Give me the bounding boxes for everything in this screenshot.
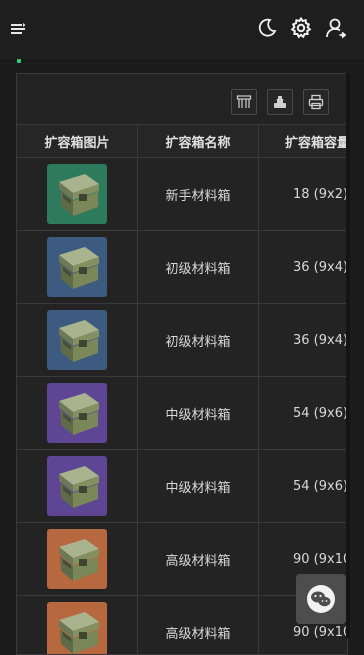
box-capacity: 36 (9x4)	[293, 332, 348, 348]
table-row: 中级材料箱 54 (9x6)	[17, 376, 348, 449]
box-name: 高级材料箱	[138, 523, 259, 595]
table-row: 初级材料箱 36 (9x4)	[17, 230, 348, 303]
column-header-capacity[interactable]: 扩容箱容量	[259, 125, 347, 157]
box-image-cell	[17, 377, 138, 449]
columns-icon	[236, 95, 252, 108]
box-thumbnail[interactable]	[47, 310, 107, 370]
box-name: 中级材料箱	[138, 377, 259, 449]
box-thumbnail[interactable]	[47, 456, 107, 516]
column-header-image[interactable]: 扩容箱图片	[17, 125, 138, 157]
print-icon	[308, 94, 324, 110]
table-row: 新手材料箱 18 (9x2)	[17, 157, 348, 230]
menu-icon[interactable]	[10, 21, 26, 37]
scrollbar[interactable]	[346, 73, 350, 638]
box-name: 高级材料箱	[138, 596, 259, 654]
top-bar	[0, 0, 364, 61]
moon-icon[interactable]	[257, 18, 277, 38]
columns-button[interactable]	[231, 89, 257, 115]
box-thumbnail[interactable]	[47, 164, 107, 224]
column-header-name[interactable]: 扩容箱名称	[138, 125, 259, 157]
box-image-cell	[17, 523, 138, 595]
active-indicator	[17, 59, 21, 63]
box-thumbnail[interactable]	[47, 529, 107, 589]
box-image-cell	[17, 596, 138, 654]
table-row: 初级材料箱 36 (9x4)	[17, 303, 348, 376]
box-thumbnail[interactable]	[47, 602, 107, 654]
chat-button[interactable]	[296, 574, 346, 624]
user-icon[interactable]	[325, 17, 347, 39]
box-image-cell	[17, 450, 138, 522]
box-thumbnail[interactable]	[47, 237, 107, 297]
box-name: 初级材料箱	[138, 231, 259, 303]
box-capacity: 36 (9x4)	[293, 259, 348, 275]
box-capacity: 54 (9x6)	[293, 405, 348, 421]
table-panel: 扩容箱图片 扩容箱名称 扩容箱容量 新手材料箱 18 (9x2) 初级材料箱 36 (…	[16, 73, 348, 655]
table-row: 中级材料箱 54 (9x6)	[17, 449, 348, 522]
table-header-row: 扩容箱图片 扩容箱名称 扩容箱容量	[17, 124, 347, 157]
box-name: 新手材料箱	[138, 158, 259, 230]
box-image-cell	[17, 231, 138, 303]
box-capacity: 18 (9x2)	[293, 186, 348, 202]
table-toolbar	[17, 74, 347, 124]
box-name: 中级材料箱	[138, 450, 259, 522]
export-icon	[274, 96, 286, 108]
box-capacity: 54 (9x6)	[293, 478, 348, 494]
box-thumbnail[interactable]	[47, 383, 107, 443]
export-button[interactable]	[267, 89, 293, 115]
gear-icon[interactable]	[290, 17, 312, 39]
box-image-cell	[17, 158, 138, 230]
box-name: 初级材料箱	[138, 304, 259, 376]
print-button[interactable]	[303, 89, 329, 115]
wechat-icon	[307, 585, 335, 613]
box-image-cell	[17, 304, 138, 376]
